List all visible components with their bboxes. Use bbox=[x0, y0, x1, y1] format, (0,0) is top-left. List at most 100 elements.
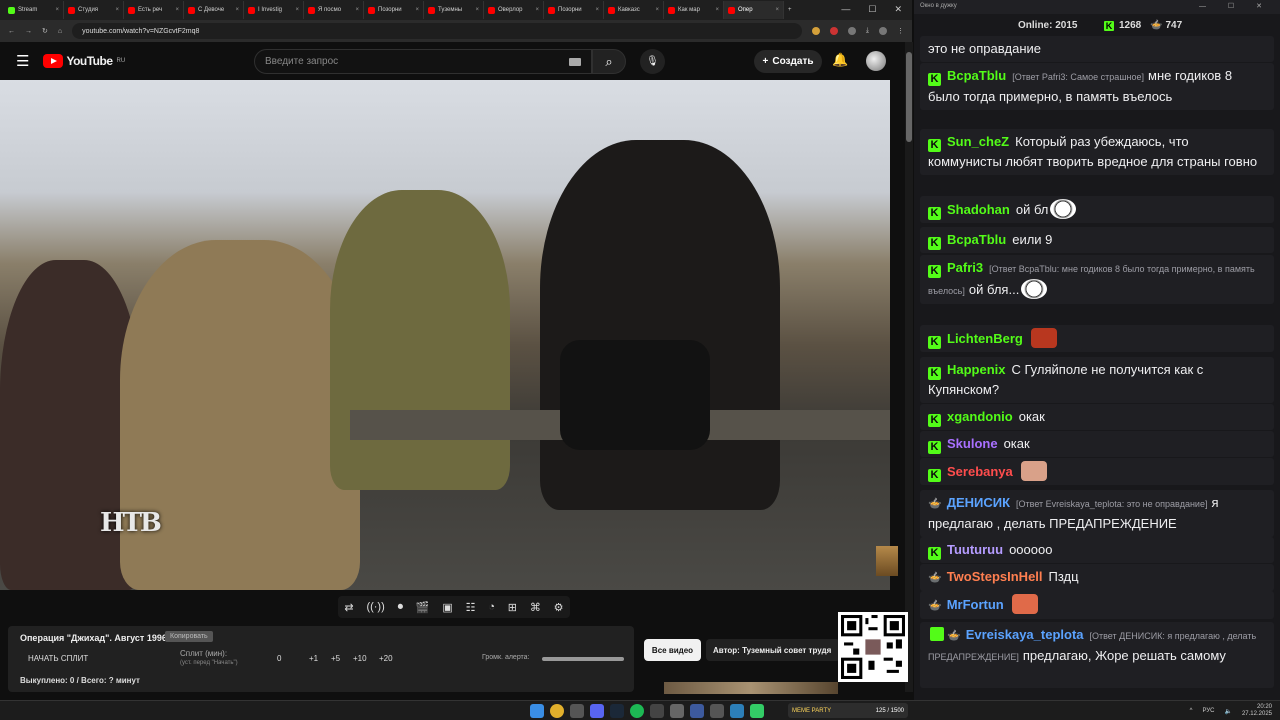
app-icon[interactable] bbox=[730, 704, 744, 718]
browser-tab[interactable]: Как мар × bbox=[664, 1, 724, 19]
forward-icon[interactable]: → bbox=[25, 28, 32, 35]
chrome-icon[interactable] bbox=[550, 704, 564, 718]
close-tab-icon[interactable]: × bbox=[775, 7, 779, 13]
voice-search-button[interactable]: 🎙 bbox=[640, 49, 665, 74]
add-clip-icon[interactable]: ⊞ bbox=[508, 601, 517, 614]
create-button[interactable]: + Создать bbox=[754, 50, 822, 73]
speed-icon[interactable]: ◔ bbox=[488, 601, 495, 613]
chat-username[interactable]: Shadohan bbox=[947, 202, 1010, 217]
browser-tab[interactable]: Оверлор × bbox=[484, 1, 544, 19]
clock[interactable]: 20:20 27.12.2025 bbox=[1242, 704, 1272, 718]
increment-button[interactable]: +5 bbox=[331, 654, 340, 663]
browser-tab[interactable]: С Девоче × bbox=[184, 1, 244, 19]
chat-username[interactable]: Happenix bbox=[947, 362, 1006, 377]
browser-tab[interactable]: I Investig × bbox=[244, 1, 304, 19]
pip-icon[interactable]: ▣ bbox=[442, 601, 452, 614]
url-field[interactable]: youtube.com/watch?v=NZGcvtF2mq8 bbox=[72, 23, 802, 39]
close-tab-icon[interactable]: × bbox=[655, 7, 659, 13]
browser-tab[interactable]: Я посмо × bbox=[304, 1, 364, 19]
channel-watermark-thumbnail[interactable] bbox=[876, 546, 898, 576]
close-tab-icon[interactable]: × bbox=[715, 7, 719, 13]
keyboard-icon[interactable] bbox=[569, 58, 581, 66]
page-scrollbar[interactable] bbox=[905, 42, 913, 692]
language-indicator[interactable]: РУС bbox=[1202, 708, 1214, 714]
close-tab-icon[interactable]: × bbox=[115, 7, 119, 13]
browser-tab[interactable]: Stream × bbox=[4, 1, 64, 19]
all-videos-button[interactable]: Все видео bbox=[644, 639, 701, 661]
close-tab-icon[interactable]: × bbox=[295, 7, 299, 13]
chat-username[interactable]: ДЕНИСИК bbox=[947, 495, 1010, 510]
chat-username[interactable]: Tuuturuu bbox=[947, 542, 1003, 557]
author-button[interactable]: Автор: Туземный совет трудя bbox=[706, 639, 840, 661]
chat-username[interactable]: Sun_cheZ bbox=[947, 134, 1009, 149]
account-avatar[interactable] bbox=[866, 51, 886, 71]
chat-username[interactable]: MrFortun bbox=[947, 597, 1004, 612]
record-icon[interactable]: ⏺ bbox=[398, 601, 404, 614]
copy-button[interactable]: Копировать bbox=[165, 631, 213, 642]
browser-tab[interactable]: Позорни × bbox=[364, 1, 424, 19]
close-tab-icon[interactable]: × bbox=[355, 7, 359, 13]
minimize-icon[interactable]: — bbox=[841, 4, 850, 15]
chat-username[interactable]: BcpaTblu bbox=[947, 232, 1006, 247]
start-split-button[interactable]: НАЧАТЬ СПЛИТ bbox=[28, 654, 88, 663]
browser-tab[interactable]: Кавказс × bbox=[604, 1, 664, 19]
notifications-bell-icon[interactable]: 🔔 bbox=[832, 52, 848, 68]
close-tab-icon[interactable]: × bbox=[475, 7, 479, 13]
new-tab-button[interactable]: + bbox=[784, 1, 802, 19]
increment-button[interactable]: +1 bbox=[309, 654, 318, 663]
browser-tab-active[interactable]: Опер × bbox=[724, 1, 784, 19]
extension-icon[interactable] bbox=[847, 27, 856, 35]
close-tab-icon[interactable]: × bbox=[55, 7, 59, 13]
search-button[interactable]: ⌕ bbox=[592, 49, 626, 74]
youtube-logo[interactable]: YouTube RU bbox=[43, 54, 125, 68]
chat-username[interactable]: Pafri3 bbox=[947, 260, 983, 275]
screenshot-icon[interactable]: ⌘ bbox=[530, 601, 541, 614]
volume-icon[interactable]: 🔈 bbox=[1224, 708, 1231, 715]
chat-username[interactable]: Evreiskaya_teplota bbox=[966, 627, 1084, 642]
browser-menu-icon[interactable]: ⋮ bbox=[897, 27, 904, 35]
extension-icon[interactable] bbox=[811, 27, 820, 35]
alert-volume-slider[interactable] bbox=[542, 657, 624, 661]
settings-gear-icon[interactable]: ⚙ bbox=[554, 601, 564, 614]
chat-window-controls[interactable]: — ☐ ✕ bbox=[1199, 2, 1272, 10]
close-tab-icon[interactable]: × bbox=[535, 7, 539, 13]
chat-username[interactable]: TwoStepsInHell bbox=[947, 569, 1043, 584]
browser-tab[interactable]: Есть реч × bbox=[124, 1, 184, 19]
close-tab-icon[interactable]: × bbox=[595, 7, 599, 13]
clapper-icon[interactable]: 🎬 bbox=[416, 601, 430, 614]
spotify-icon[interactable] bbox=[630, 704, 644, 718]
increment-button[interactable]: +20 bbox=[379, 654, 393, 663]
app-icon[interactable] bbox=[690, 704, 704, 718]
chat-username[interactable]: BcpaTblu bbox=[947, 68, 1006, 83]
extension-icon[interactable] bbox=[829, 27, 838, 35]
meme-party-widget[interactable]: MEME PARTY 125 / 1500 bbox=[788, 703, 908, 718]
close-tab-icon[interactable]: × bbox=[235, 7, 239, 13]
browser-tab[interactable]: Студия × bbox=[64, 1, 124, 19]
maximize-icon[interactable]: ☐ bbox=[868, 4, 876, 15]
steam-icon[interactable] bbox=[610, 704, 624, 718]
broadcast-icon[interactable]: ((·)) bbox=[366, 601, 384, 613]
start-menu-icon[interactable] bbox=[530, 704, 544, 718]
chat-username[interactable]: Skulone bbox=[947, 436, 998, 451]
scrollbar-thumb[interactable] bbox=[906, 52, 912, 142]
reload-icon[interactable]: ↻ bbox=[42, 27, 48, 35]
hamburger-menu-icon[interactable]: ☰ bbox=[16, 52, 29, 70]
app-icon[interactable] bbox=[670, 704, 684, 718]
app-icon[interactable] bbox=[570, 704, 584, 718]
app-icon[interactable] bbox=[710, 704, 724, 718]
home-icon[interactable]: ⌂ bbox=[58, 28, 62, 35]
search-input[interactable]: Введите запрос bbox=[254, 49, 592, 74]
chat-username[interactable]: Serebanya bbox=[947, 464, 1013, 479]
close-tab-icon[interactable]: × bbox=[415, 7, 419, 13]
split-value-input[interactable]: 0 bbox=[277, 654, 281, 663]
chat-username[interactable]: LichtenBerg bbox=[947, 331, 1023, 346]
close-window-icon[interactable]: ✕ bbox=[894, 4, 902, 15]
app-icon[interactable] bbox=[750, 704, 764, 718]
download-icon[interactable]: ⤓ bbox=[866, 27, 869, 35]
profile-icon[interactable] bbox=[879, 27, 887, 35]
browser-tab[interactable]: Туземны × bbox=[424, 1, 484, 19]
close-tab-icon[interactable]: × bbox=[175, 7, 179, 13]
tray-arrow-icon[interactable]: ^ bbox=[1190, 708, 1193, 714]
obs-icon[interactable] bbox=[650, 704, 664, 718]
chat-username[interactable]: xgandonio bbox=[947, 409, 1013, 424]
